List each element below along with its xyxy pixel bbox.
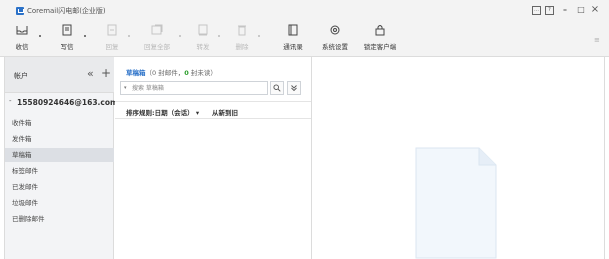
forward-icon [196,24,210,36]
sort-order-toggle[interactable]: 从新到旧 [212,107,238,117]
search-box[interactable]: ▾ [120,81,268,95]
folder-spam[interactable]: 垃圾邮件 [5,196,114,210]
contacts-label: 通讯录 [283,43,303,51]
add-account-icon[interactable]: + [101,66,111,80]
contacts-button[interactable]: 通讯录 [277,24,309,51]
folder-sent[interactable]: 已发邮件 [5,180,114,194]
contacts-icon [286,24,300,36]
compose-dropdown[interactable] [84,34,89,38]
reply-icon [105,24,119,36]
reply-button[interactable]: 回复 [96,24,128,51]
folder-drafts[interactable]: 草稿箱 [5,148,114,162]
toolbar: 收信 写信 回复 回复全部 转发 删除 通讯录 系统设置 锁定客户端 ≡ [0,20,609,57]
collapse-sidebar-icon[interactable]: « [87,67,94,80]
settings-button[interactable]: 系统设置 [319,24,351,51]
folder-tagged[interactable]: 标签邮件 [5,164,114,178]
settings-label: 系统设置 [322,43,348,51]
sidebar-header-label: 帐户 [14,72,28,80]
close-button[interactable]: × [590,5,600,15]
forward-label: 转发 [196,43,210,51]
reply-label: 回复 [105,43,119,51]
reply-all-dropdown[interactable] [179,34,184,38]
search-input[interactable] [132,83,265,94]
forward-dropdown[interactable] [218,34,223,38]
folder-inbox[interactable]: 收件箱 [5,116,114,130]
reply-dropdown[interactable] [128,34,133,38]
minimize-button[interactable]: – [560,5,570,15]
delete-label: 删除 [235,43,249,51]
reply-all-button[interactable]: 回复全部 [141,24,173,51]
current-folder-name: 草稿箱 [126,69,146,77]
help-icon[interactable]: ? [545,6,554,15]
lock-client-label: 锁定客户端 [363,43,397,51]
account-sidebar: 帐户 « + ‐ 15580924646@163.com 收件箱 发件箱 草稿箱… [4,57,118,259]
gear-icon [328,24,342,36]
compose-button[interactable]: 写信 [51,24,83,51]
delete-dropdown[interactable] [258,34,263,38]
sidebar-header: 帐户 « + [5,57,114,93]
delete-button[interactable]: 删除 [226,24,258,51]
account-expand-icon[interactable]: ‐ [9,97,12,105]
maximize-button[interactable]: □ [576,5,586,15]
search-button[interactable] [270,81,284,95]
receive-mail-label: 收信 [15,43,29,51]
folder-deleted[interactable]: 已删除邮件 [5,212,114,226]
app-logo-icon [16,7,24,15]
toolbar-collapse-icon[interactable]: ≡ [594,36,600,44]
delete-icon [235,24,249,36]
receive-mail-button[interactable]: 收信 [6,24,38,51]
compose-label: 写信 [60,43,74,51]
reply-all-icon [150,24,164,36]
window-title: Coremail闪电邮(企业版) [27,7,106,15]
search-icon [273,84,281,92]
sort-field-dropdown[interactable]: 排序规则:日期（会话） ▾ [126,107,199,117]
folder-outbox[interactable]: 发件箱 [5,132,114,146]
forward-button[interactable]: 转发 [187,24,219,51]
chevron-double-down-icon [291,85,297,92]
account-email[interactable]: 15580924646@163.com [17,98,118,107]
lock-client-button[interactable]: 锁定客户端 [362,24,398,51]
compose-icon [60,24,74,36]
empty-document-icon [415,147,497,259]
title-bar: Coremail闪电邮(企业版) … ? – □ × [0,0,609,20]
mail-list-pane: 草稿箱（0 封邮件，0 封未读） ▾ 排序规则:日期（会话） ▾ 从新到旧 [115,57,312,259]
reading-pane [313,57,605,259]
chat-icon[interactable]: … [532,6,541,15]
folder-summary: 草稿箱（0 封邮件，0 封未读） [126,69,217,77]
sort-bar: 排序规则:日期（会话） ▾ 从新到旧 [115,101,311,119]
search-scope-dropdown-icon[interactable]: ▾ [124,85,127,91]
receive-mail-dropdown[interactable] [39,34,44,38]
reply-all-label: 回复全部 [144,43,170,51]
advanced-filter-button[interactable] [287,81,301,95]
receive-mail-icon [15,24,29,36]
lock-icon [373,24,387,36]
